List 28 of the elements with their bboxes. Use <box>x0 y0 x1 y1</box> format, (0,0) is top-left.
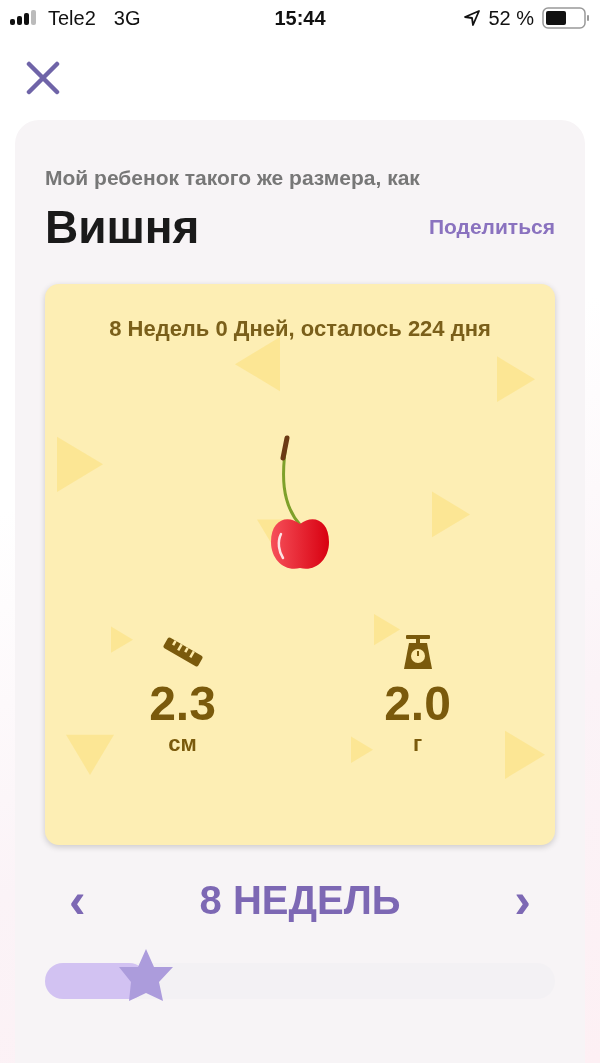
scale-icon <box>402 634 433 670</box>
stat-unit: см <box>168 731 197 757</box>
battery-icon <box>542 7 590 29</box>
close-button[interactable] <box>26 61 60 95</box>
triangle-shape <box>497 356 535 402</box>
previous-week-button[interactable]: ‹ <box>65 875 90 925</box>
clock: 15:44 <box>274 6 326 30</box>
week-label: 8 НЕДЕЛЬ <box>199 877 401 923</box>
subtitle: Мой ребенок такого же размера, как <box>45 166 421 190</box>
triangle-shape <box>374 614 400 646</box>
location-arrow-icon <box>464 10 481 26</box>
star-handle-icon[interactable] <box>117 947 175 1003</box>
network-type: 3G <box>113 6 141 30</box>
triangle-shape <box>505 730 545 779</box>
next-week-button[interactable]: › <box>510 875 535 925</box>
triangle-shape <box>57 436 103 492</box>
battery-percent: 52 % <box>488 6 534 30</box>
pregnancy-age: 8 Недель 0 Дней, осталось 224 дня <box>109 316 491 342</box>
share-link[interactable]: Поделиться <box>428 215 555 239</box>
triangle-shape <box>111 626 133 653</box>
triangle-shape <box>432 491 470 538</box>
triangle-shape <box>66 734 114 775</box>
stat-unit: г <box>412 731 423 757</box>
triangle-shape <box>351 736 373 764</box>
carrier-name: Tele2 <box>48 6 96 30</box>
stat-value: 2.0 <box>384 676 451 731</box>
fruit-title: Вишня <box>45 200 200 254</box>
stat-value: 2.3 <box>149 676 216 731</box>
